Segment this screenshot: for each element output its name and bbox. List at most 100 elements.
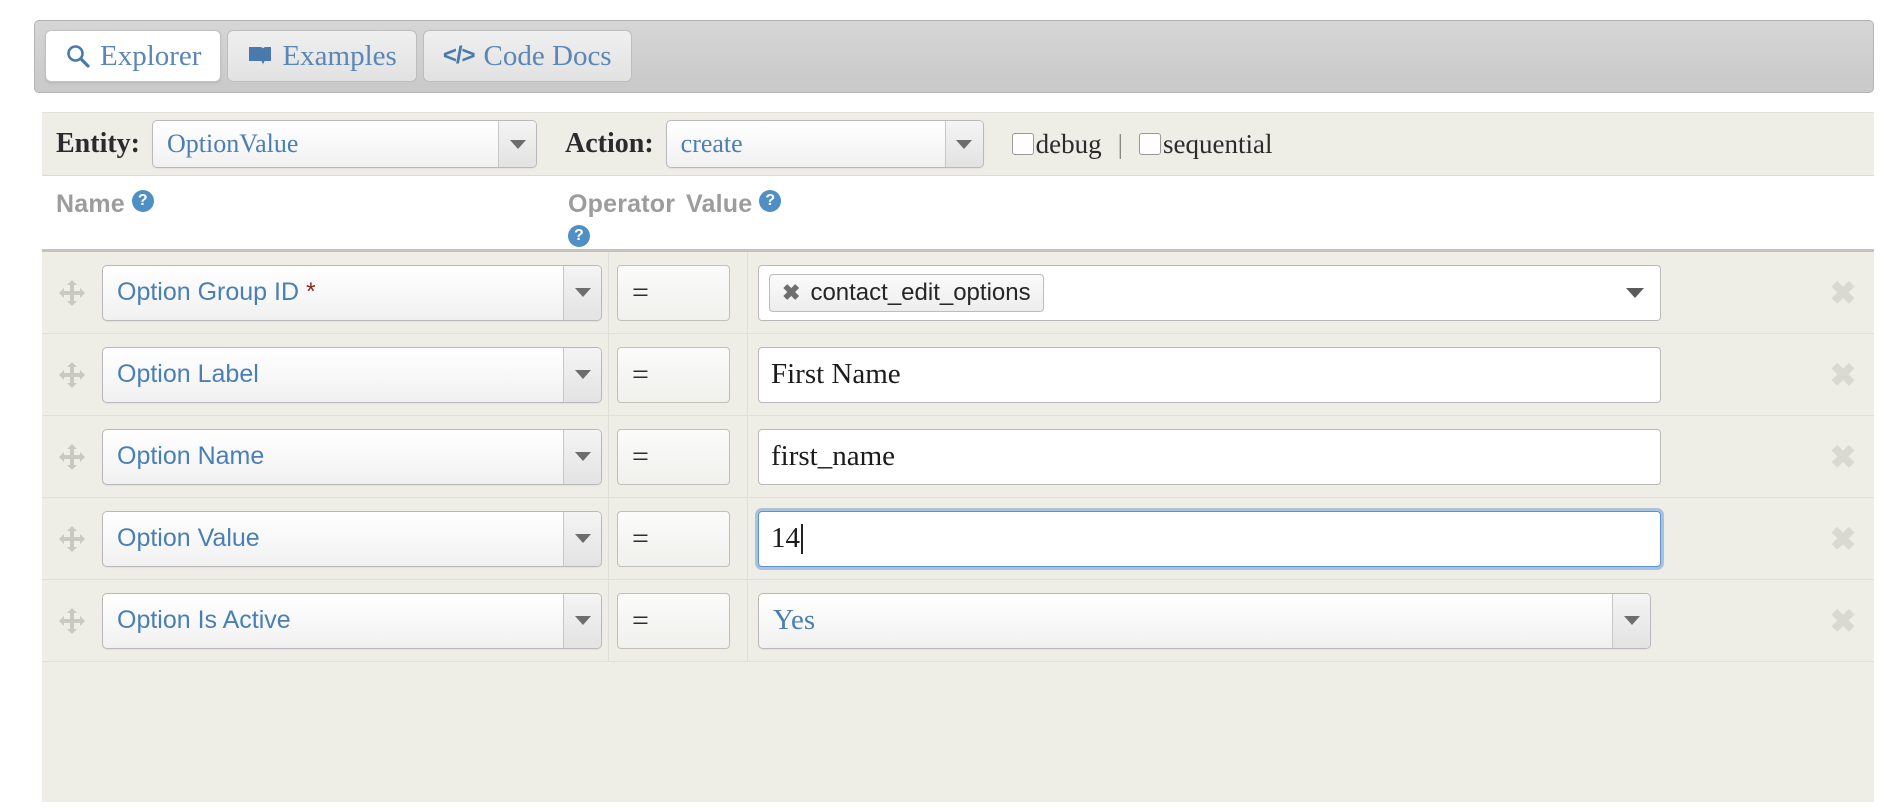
param-value-text: first_name — [771, 440, 896, 472]
remove-param-button[interactable]: ✖ — [1830, 277, 1857, 309]
remove-param-button[interactable]: ✖ — [1830, 605, 1857, 637]
action-label: Action: — [565, 128, 654, 159]
sequential-checkbox-label: sequential — [1163, 128, 1273, 159]
param-name-cell: Option Name — [102, 428, 608, 485]
remove-param-cell: ✖ — [1812, 441, 1874, 473]
param-operator-select[interactable]: = — [617, 592, 730, 649]
table-row: Option Value = 14 ✖ — [42, 497, 1874, 580]
param-operator-select[interactable]: = — [617, 428, 730, 485]
debug-checkbox-box[interactable] — [1011, 133, 1034, 155]
column-header-operator-label: Operator — [568, 190, 676, 218]
param-operator-cell: = — [608, 251, 748, 334]
drag-handle[interactable] — [42, 278, 102, 308]
param-operator-cell: = — [608, 415, 748, 498]
param-name-select[interactable]: Option Label — [102, 346, 602, 403]
param-name-select[interactable]: Option Group ID * — [102, 264, 602, 321]
remove-param-cell: ✖ — [1812, 359, 1874, 391]
table-row: Option Is Active = Yes ✖ — [42, 579, 1874, 662]
param-name-select[interactable]: Option Name — [102, 428, 602, 485]
token-remove-icon[interactable]: ✖ — [782, 281, 800, 304]
entity-label: Entity: — [56, 128, 140, 159]
entity-action-toolbar: Entity: OptionValue Action: create debug… — [42, 113, 1874, 175]
chevron-down-icon — [563, 347, 601, 402]
column-header-value-label: Value — [686, 190, 753, 218]
chevron-down-icon[interactable] — [1626, 287, 1644, 298]
chevron-down-icon — [563, 429, 601, 484]
debug-checkbox[interactable]: debug — [1011, 128, 1102, 160]
param-value-cell: ✖ contact_edit_options — [748, 264, 1812, 321]
param-value-input[interactable]: first_name — [758, 428, 1661, 485]
panel-footer-space — [42, 662, 1874, 720]
move-icon — [59, 361, 85, 388]
entity-select[interactable]: OptionValue — [152, 120, 537, 168]
drag-handle[interactable] — [42, 442, 102, 472]
sequential-checkbox[interactable]: sequential — [1139, 128, 1273, 160]
param-value-text: First Name — [771, 358, 901, 390]
value-token-label: contact_edit_options — [810, 278, 1031, 306]
tab-explorer-label: Explorer — [100, 39, 202, 72]
param-name-select[interactable]: Option Is Active — [102, 592, 602, 649]
param-operator-cell: = — [608, 497, 748, 580]
param-name-select[interactable]: Option Value — [102, 510, 602, 567]
debug-checkbox-label: debug — [1035, 128, 1102, 159]
param-value-token-field[interactable]: ✖ contact_edit_options — [758, 264, 1661, 321]
value-help-icon[interactable]: ? — [759, 190, 782, 212]
checkbox-separator: | — [1117, 128, 1124, 159]
column-header-value: Value ? — [686, 176, 1874, 249]
table-row: Option Label = First Name ✖ — [42, 333, 1874, 416]
remove-param-button[interactable]: ✖ — [1830, 523, 1857, 555]
param-operator-cell: = — [608, 333, 748, 416]
param-value-select[interactable]: Yes — [758, 592, 1651, 649]
column-header-name: Name ? — [56, 176, 568, 249]
entity-select-value: OptionValue — [167, 129, 299, 158]
drag-handle[interactable] — [42, 524, 102, 554]
param-value-cell: 14 — [748, 510, 1812, 567]
chevron-down-icon — [498, 121, 536, 167]
operator-help-icon[interactable]: ? — [568, 225, 590, 247]
drag-handle[interactable] — [42, 606, 102, 636]
option-checkboxes: debug | sequential — [1011, 128, 1273, 160]
chevron-down-icon — [944, 121, 983, 167]
drag-handle[interactable] — [42, 360, 102, 390]
param-value-text: Yes — [773, 604, 816, 636]
param-value-input[interactable]: First Name — [758, 346, 1661, 403]
param-name-cell: Option Label — [102, 346, 608, 403]
param-value-input-focused[interactable]: 14 — [758, 510, 1661, 567]
tab-explorer[interactable]: Explorer — [45, 30, 222, 82]
value-token[interactable]: ✖ contact_edit_options — [769, 273, 1044, 312]
sequential-checkbox-box[interactable] — [1139, 133, 1162, 155]
param-operator-cell: = — [608, 579, 748, 662]
book-icon — [247, 44, 273, 68]
remove-param-button[interactable]: ✖ — [1830, 441, 1857, 473]
param-operator-select[interactable]: = — [617, 346, 730, 403]
param-name-cell: Option Group ID * — [102, 264, 608, 321]
action-select-value: create — [680, 129, 743, 158]
param-value-cell: first_name — [748, 428, 1812, 485]
param-name-label: Option Is Active — [117, 606, 291, 634]
action-select[interactable]: create — [665, 120, 984, 168]
code-icon: </> — [442, 42, 476, 69]
params-rows: Option Group ID * = ✖ contact_edit_optio… — [42, 249, 1874, 662]
chevron-down-icon — [1612, 593, 1650, 648]
api-explorer-page: Explorer Examples </> Code Docs Entity: — [0, 0, 1884, 812]
chevron-down-icon — [563, 265, 601, 320]
remove-param-button[interactable]: ✖ — [1830, 359, 1857, 391]
param-operator-select[interactable]: = — [617, 264, 730, 321]
tab-examples-label: Examples — [282, 39, 397, 72]
tab-list: Explorer Examples </> Code Docs — [45, 30, 1873, 82]
tab-code-docs[interactable]: </> Code Docs — [422, 30, 632, 82]
param-operator-select[interactable]: = — [617, 510, 730, 567]
param-name-cell: Option Value — [102, 510, 608, 567]
column-header-operator: Operator ? — [568, 176, 686, 249]
chevron-down-icon — [563, 511, 601, 566]
param-name-cell: Option Is Active — [102, 592, 608, 649]
api-params-panel: Entity: OptionValue Action: create debug… — [42, 112, 1874, 802]
text-cursor — [801, 523, 803, 554]
tab-examples[interactable]: Examples — [227, 30, 417, 82]
column-header-name-label: Name — [56, 190, 125, 218]
param-name-label: Option Group ID — [117, 278, 300, 306]
name-help-icon[interactable]: ? — [131, 190, 154, 212]
required-asterisk: * — [305, 278, 316, 306]
search-icon — [65, 43, 91, 69]
move-icon — [59, 525, 85, 552]
